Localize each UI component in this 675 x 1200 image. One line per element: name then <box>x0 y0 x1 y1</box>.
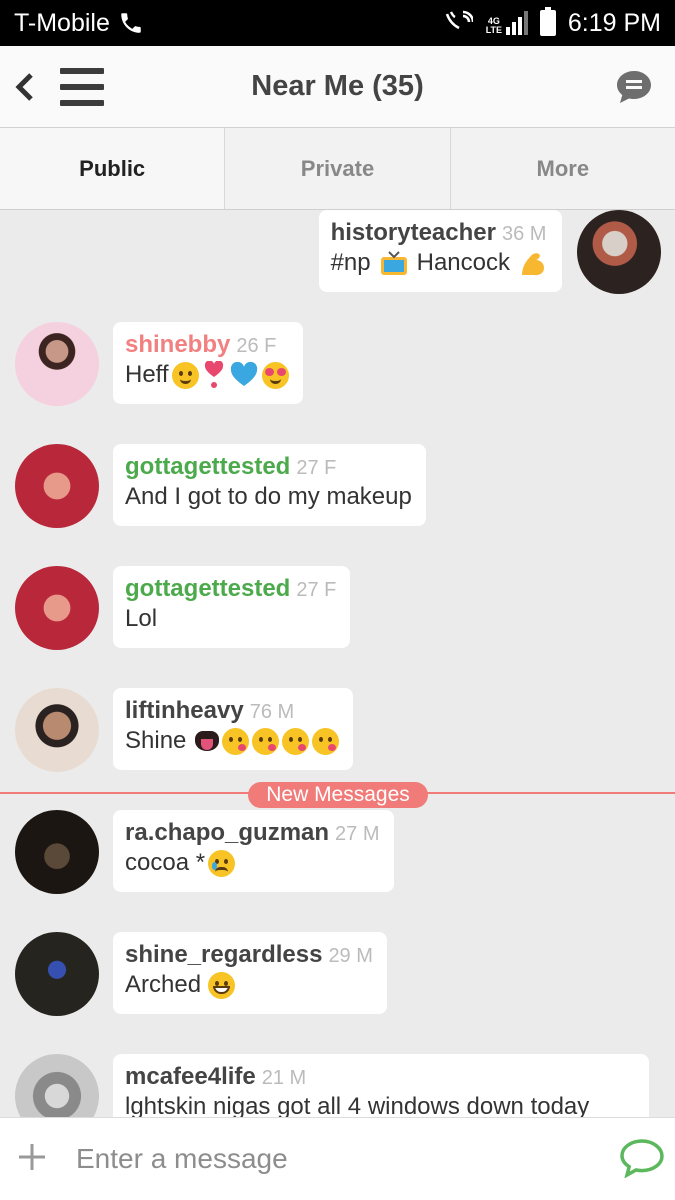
grinning-face-emoji-icon <box>208 971 236 999</box>
add-attachment-button[interactable] <box>0 1137 64 1182</box>
tab-more[interactable]: More <box>451 128 675 209</box>
tongue-emoji-icon <box>195 731 220 751</box>
username[interactable]: historyteacher <box>331 219 496 246</box>
kissing-face-emoji-icon <box>282 727 310 755</box>
message-text: lghtskin nigas got all 4 windows down to… <box>125 1093 590 1117</box>
avatar[interactable] <box>15 810 99 894</box>
message-text: Shine <box>125 727 187 754</box>
username[interactable]: liftinheavy <box>125 697 244 724</box>
chat-bubble-icon[interactable] <box>615 68 653 106</box>
status-left: T-Mobile <box>14 9 144 38</box>
message-text-row: Shine <box>125 727 340 755</box>
heart-eyes-emoji-icon <box>261 361 289 389</box>
phone-icon <box>121 13 141 33</box>
message-bubble[interactable]: shine_regardless 29 M Arched <box>113 932 387 1014</box>
hugging-face-emoji-icon <box>171 361 199 389</box>
message-text-row: Arched <box>125 971 373 999</box>
sad-face-emoji-icon <box>208 849 236 877</box>
avatar[interactable] <box>577 210 661 294</box>
message-text: cocoa * <box>125 849 206 876</box>
username[interactable]: mcafee4life <box>125 1063 256 1090</box>
message-text-row: #np Hancock <box>331 249 548 277</box>
avatar[interactable] <box>15 688 99 772</box>
username[interactable]: shine_regardless <box>125 941 322 968</box>
message-text: Arched <box>125 971 202 998</box>
message-bubble[interactable]: mcafee4life 21 M lghtskin nigas got all 4… <box>113 1054 649 1117</box>
user-meta: 27 F <box>296 579 337 601</box>
avatar[interactable] <box>15 444 99 528</box>
user-meta: 36 M <box>501 223 547 245</box>
message-bubble[interactable]: shinebby 26 F Heff <box>113 322 303 404</box>
message-text-row: cocoa * <box>125 849 380 877</box>
user-meta: 21 M <box>261 1067 307 1089</box>
new-messages-label: New Messages <box>248 782 428 808</box>
avatar[interactable] <box>15 566 99 650</box>
menu-button[interactable] <box>60 67 104 106</box>
tab-private[interactable]: Private <box>225 128 451 209</box>
wifi-calling-icon <box>445 10 473 30</box>
network-type-label: 4G LTE <box>485 16 503 35</box>
plus-icon <box>19 1143 45 1170</box>
app-header: Near Me (35) <box>0 46 675 128</box>
message-bubble[interactable]: liftinheavy 76 M Shine <box>113 688 354 770</box>
menu-icon-bar <box>60 67 104 74</box>
message-text: Heff <box>125 361 169 388</box>
user-meta: 76 M <box>249 701 295 723</box>
username[interactable]: ra.chapo_guzman <box>125 819 329 846</box>
user-meta: 27 F <box>296 457 337 479</box>
user-meta: 26 F <box>236 335 277 357</box>
avatar[interactable] <box>15 932 99 1016</box>
message-text: Lol <box>125 605 158 632</box>
avatar[interactable] <box>15 1054 99 1117</box>
kissing-face-emoji-icon <box>252 727 280 755</box>
username[interactable]: shinebby <box>125 331 230 358</box>
message-text: And I got to do my makeup <box>125 483 412 510</box>
message-text: #np <box>330 249 371 276</box>
signal-icon <box>505 11 528 35</box>
message-bubble[interactable]: ra.chapo_guzman 27 M cocoa * <box>113 810 394 892</box>
message-input[interactable] <box>76 1143 596 1175</box>
carrier-label: T-Mobile <box>14 8 110 37</box>
blue-heart-emoji-icon <box>230 362 257 386</box>
tv-emoji-icon <box>380 250 407 275</box>
status-bar: T-Mobile 4G LTE 6:19 PM <box>0 0 675 46</box>
message-bubble[interactable]: gottagettested 27 F And I got to do my ma… <box>113 444 426 526</box>
status-right: 4G LTE 6:19 PM <box>443 7 661 38</box>
user-meta: 29 M <box>328 945 373 967</box>
kissing-face-emoji-icon <box>222 727 250 755</box>
menu-icon-bar <box>60 99 104 106</box>
username[interactable]: gottagettested <box>125 453 290 480</box>
message-text-row: Heff <box>125 361 289 389</box>
message-bubble[interactable]: historyteacher 36 M #np Hancock <box>318 210 562 292</box>
tab-bar: Public Private More <box>0 128 675 210</box>
composer-bar <box>0 1117 675 1200</box>
username[interactable]: gottagettested <box>125 575 290 602</box>
chevron-left-icon <box>15 72 33 101</box>
message-bubble[interactable]: gottagettested 27 F Lol <box>113 566 351 648</box>
message-list[interactable]: historyteacher 36 M #np Hancock shinebby 2… <box>0 210 675 1117</box>
network-indicator: 4G LTE <box>485 11 528 35</box>
tab-public[interactable]: Public <box>0 128 226 209</box>
flexed-bicep-emoji-icon <box>522 253 544 276</box>
kissing-face-emoji-icon <box>312 727 340 755</box>
menu-icon-bar <box>60 83 104 90</box>
battery-icon <box>539 7 556 36</box>
avatar[interactable] <box>15 322 99 406</box>
send-message-icon[interactable] <box>619 1138 665 1178</box>
user-meta: 27 M <box>335 823 380 845</box>
clock-label: 6:19 PM <box>567 8 661 37</box>
heart-exclamation-emoji-icon <box>204 361 223 388</box>
back-button[interactable] <box>0 46 48 128</box>
message-text-2: Hancock <box>416 249 510 276</box>
